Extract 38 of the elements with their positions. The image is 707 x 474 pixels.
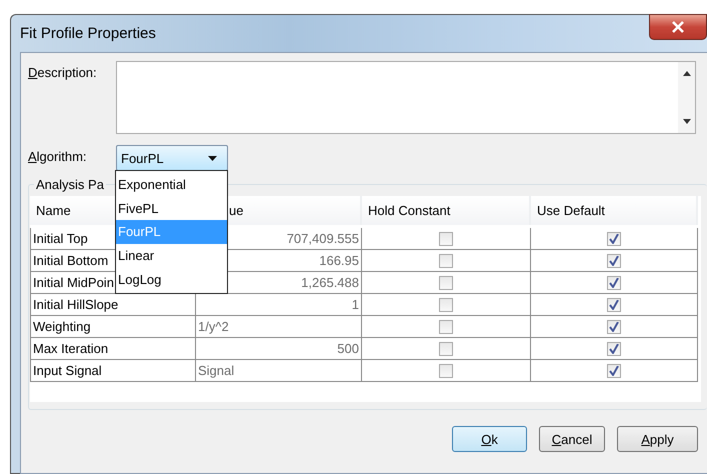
- scroll-down-icon: [682, 119, 690, 124]
- table-cell: 1/y^2: [196, 316, 362, 338]
- checkbox[interactable]: [439, 254, 453, 268]
- checkbox[interactable]: [607, 254, 621, 268]
- checkbox[interactable]: [439, 298, 453, 312]
- column-header[interactable]: Hold Constant: [362, 196, 531, 225]
- table-cell: Max Iteration: [30, 338, 196, 360]
- checkbox[interactable]: [607, 342, 621, 356]
- checkbox[interactable]: [607, 232, 621, 246]
- window-title: Fit Profile Properties: [20, 25, 156, 42]
- group-title: Analysis Pa: [34, 177, 106, 192]
- caret-icon: [208, 156, 217, 160]
- checkbox[interactable]: [607, 320, 621, 334]
- algorithm-dropdown[interactable]: FourPL: [116, 145, 228, 171]
- description-field[interactable]: [116, 61, 696, 134]
- close-icon: [670, 21, 686, 33]
- checkbox[interactable]: [607, 298, 621, 312]
- scrollbar[interactable]: [678, 62, 695, 133]
- table-cell: Weighting: [30, 316, 196, 338]
- column-header[interactable]: Use Default: [531, 196, 698, 225]
- checkbox[interactable]: [439, 276, 453, 290]
- scroll-up-icon: [682, 71, 690, 76]
- checkbox[interactable]: [607, 276, 621, 290]
- checkbox[interactable]: [439, 342, 453, 356]
- dropdown-option[interactable]: Exponential: [116, 173, 227, 197]
- dialog-button[interactable]: Cancel: [539, 426, 605, 452]
- table-cell: Signal: [196, 360, 362, 382]
- close-button[interactable]: [649, 14, 707, 40]
- table-cell: 500: [196, 338, 362, 360]
- checkbox[interactable]: [439, 364, 453, 378]
- field-label: Algorithm:: [28, 148, 88, 166]
- field-label: Description:: [28, 64, 98, 82]
- table-cell: Input Signal: [30, 360, 196, 382]
- checkbox[interactable]: [439, 232, 453, 246]
- checkbox[interactable]: [607, 364, 621, 378]
- dialog-button[interactable]: Apply: [617, 426, 698, 452]
- dialog-button[interactable]: Ok: [452, 426, 527, 452]
- checkbox[interactable]: [439, 320, 453, 334]
